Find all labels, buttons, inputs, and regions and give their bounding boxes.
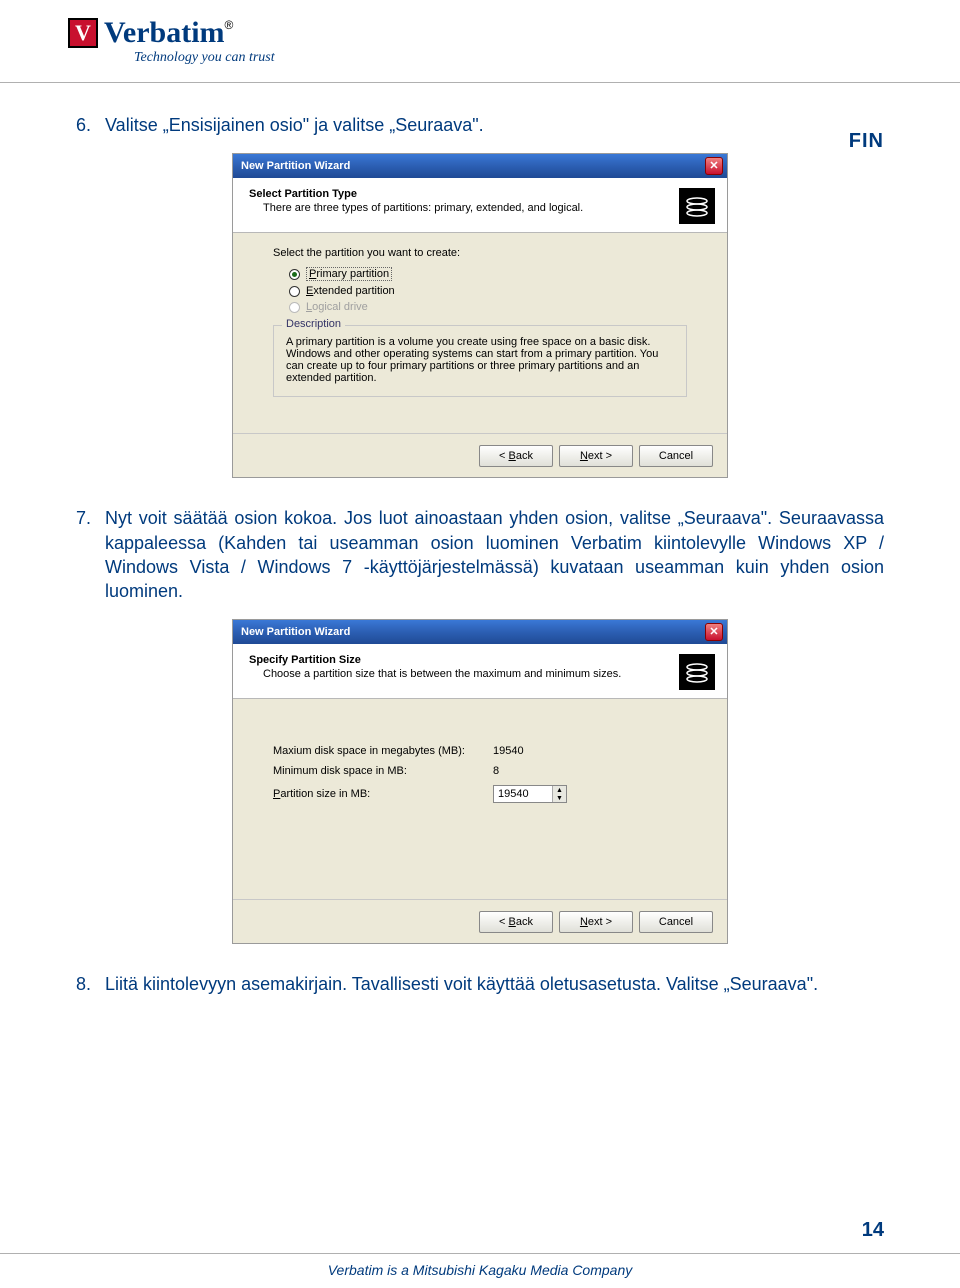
chevron-down-icon[interactable]: ▼ <box>553 794 566 802</box>
titlebar: New Partition Wizard ✕ <box>233 620 727 644</box>
fieldset-legend: Description <box>282 318 345 330</box>
step-number: 6. <box>76 113 91 137</box>
spinner-buttons[interactable]: ▲▼ <box>552 786 566 802</box>
wizard-heading: Specify Partition Size <box>249 654 679 666</box>
footer-text: Verbatim is a Mitsubishi Kagaku Media Co… <box>0 1262 960 1288</box>
wizard-heading: Select Partition Type <box>249 188 679 200</box>
page-footer: Verbatim is a Mitsubishi Kagaku Media Co… <box>0 1253 960 1288</box>
wizard-specify-partition-size: New Partition Wizard ✕ Specify Partition… <box>232 619 728 944</box>
step-text: Liitä kiintolevyyn asemakirjain. Tavalli… <box>105 972 884 996</box>
radio-extended-partition[interactable]: Extended partition <box>289 285 687 297</box>
registered-mark: ® <box>225 18 234 32</box>
radio-icon <box>289 286 300 297</box>
radio-logical-drive: Logical drive <box>289 301 687 313</box>
logo-v-icon: V <box>68 18 98 48</box>
page-header: V Verbatim® Technology you can trust <box>0 0 960 66</box>
radio-primary-partition[interactable]: PPrimary partitionrimary partition <box>289 267 687 281</box>
step-6: 6. Valitse „Ensisijainen osio" ja valits… <box>76 113 884 137</box>
wizard-subheading: There are three types of partitions: pri… <box>263 202 679 214</box>
next-button[interactable]: Next > <box>559 445 633 467</box>
language-tag: FIN <box>849 130 884 153</box>
partition-size-stepper[interactable]: 19540 ▲▼ <box>493 785 567 803</box>
brand-tagline: Technology you can trust <box>134 50 275 66</box>
row-partition-size: Partition size in MB: 19540 ▲▼ <box>273 785 687 803</box>
titlebar: New Partition Wizard ✕ <box>233 154 727 178</box>
label: Maxium disk space in megabytes (MB): <box>273 745 493 757</box>
next-button[interactable]: Next > <box>559 911 633 933</box>
description-fieldset: Description A primary partition is a vol… <box>273 325 687 397</box>
footer-divider <box>0 1253 960 1254</box>
step-8: 8. Liitä kiintolevyyn asemakirjain. Tava… <box>76 972 884 996</box>
window-title: New Partition Wizard <box>241 626 350 638</box>
wizard-subheading: Choose a partition size that is between … <box>263 668 679 680</box>
label: Minimum disk space in MB: <box>273 765 493 777</box>
description-text: A primary partition is a volume you crea… <box>286 336 674 384</box>
row-min-disk-space: Minimum disk space in MB: 8 <box>273 765 687 777</box>
chevron-up-icon[interactable]: ▲ <box>553 786 566 794</box>
row-max-disk-space: Maxium disk space in megabytes (MB): 195… <box>273 745 687 757</box>
prompt-text: Select the partition you want to create: <box>273 247 687 259</box>
disk-icon <box>679 188 715 224</box>
step-7: 7. Nyt voit säätää osion kokoa. Jos luot… <box>76 506 884 603</box>
wizard-header: Select Partition Type There are three ty… <box>233 178 727 233</box>
radio-icon <box>289 302 300 313</box>
value: 19540 <box>493 745 524 757</box>
close-icon[interactable]: ✕ <box>705 623 723 641</box>
value: 8 <box>493 765 499 777</box>
cancel-button[interactable]: Cancel <box>639 445 713 467</box>
back-button[interactable]: < Back <box>479 445 553 467</box>
wizard-select-partition-type: New Partition Wizard ✕ Select Partition … <box>232 153 728 478</box>
brand-logo: V Verbatim® Technology you can trust <box>68 18 960 66</box>
step-text: Nyt voit säätää osion kokoa. Jos luot ai… <box>105 506 884 603</box>
step-number: 8. <box>76 972 91 996</box>
step-number: 7. <box>76 506 91 530</box>
label: Partition size in MB: <box>273 788 493 800</box>
step-text: Valitse „Ensisijainen osio" ja valitse „… <box>105 113 884 137</box>
wizard-header: Specify Partition Size Choose a partitio… <box>233 644 727 699</box>
close-icon[interactable]: ✕ <box>705 157 723 175</box>
spinner-value: 19540 <box>498 788 529 800</box>
page-number: 14 <box>862 1219 884 1242</box>
back-button[interactable]: < Back <box>479 911 553 933</box>
radio-icon <box>289 269 300 280</box>
disk-icon <box>679 654 715 690</box>
brand-name: Verbatim <box>104 16 225 49</box>
window-title: New Partition Wizard <box>241 160 350 172</box>
cancel-button[interactable]: Cancel <box>639 911 713 933</box>
